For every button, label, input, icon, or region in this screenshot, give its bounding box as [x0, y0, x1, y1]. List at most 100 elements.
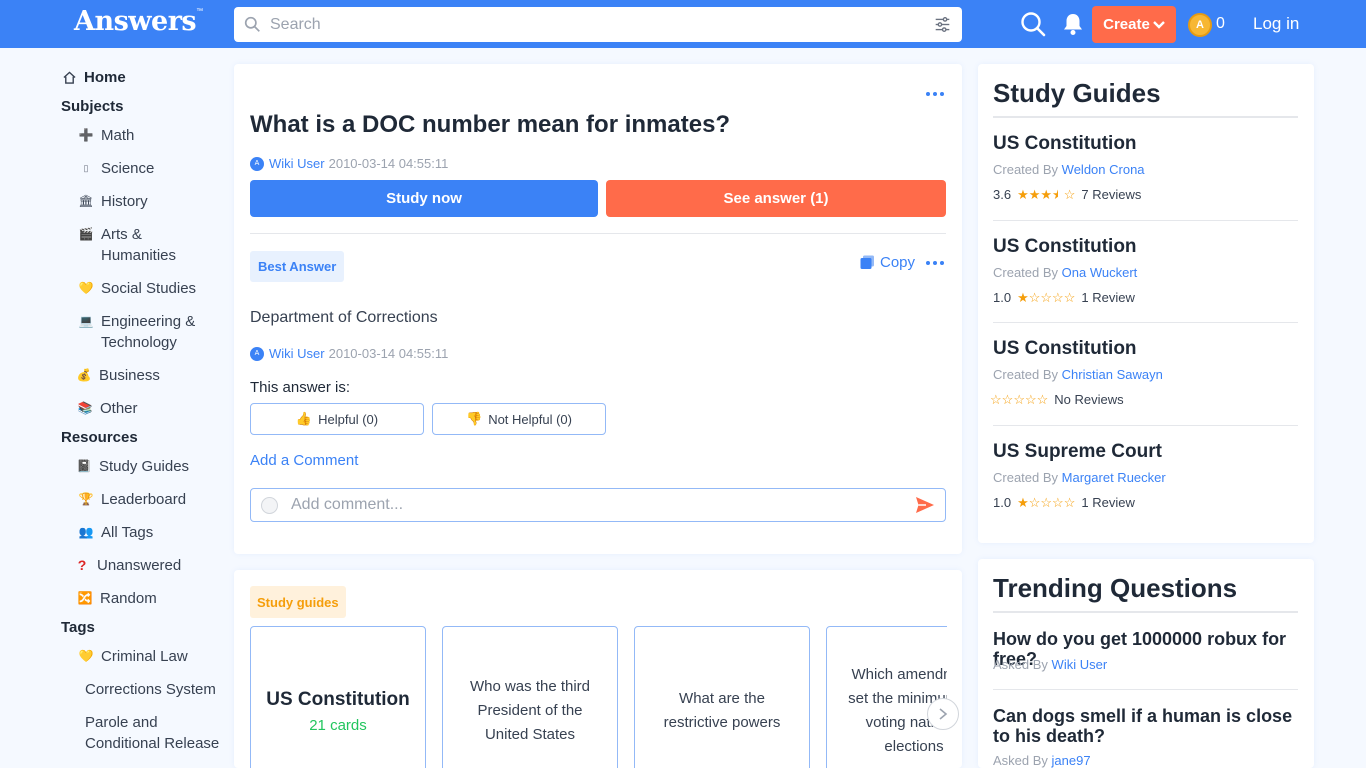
guide-author: Created By Ona Wuckert [993, 265, 1138, 280]
add-comment-link[interactable]: Add a Comment [250, 452, 358, 469]
guide-rating: ☆ ☆ ☆ ☆ ☆ No Reviews [990, 392, 1124, 407]
guide-author: Created By Margaret Ruecker [993, 470, 1166, 485]
tags-heading: Tags [61, 619, 95, 636]
notification-bell-icon[interactable] [1062, 12, 1084, 36]
sidebar-item-history[interactable]: 🏛 History [78, 191, 147, 212]
helpful-label: This answer is: [250, 379, 351, 396]
thumbs-down-icon: 👎 [466, 411, 483, 426]
asked-by: Asked By jane97 [993, 753, 1091, 768]
home-icon [61, 67, 77, 88]
copy-icon [860, 255, 874, 269]
answer-more-options-icon[interactable] [926, 261, 944, 265]
sidebar-item-science[interactable]: ▯ Science [78, 158, 155, 179]
thumbs-up-icon: 👍 [295, 411, 313, 426]
chevron-down-icon [1152, 20, 1165, 29]
search-bar[interactable] [234, 7, 962, 42]
sidebar-item-leaderboard[interactable]: 🏆 Leaderboard [78, 489, 187, 510]
social-studies-icon: 💛 [78, 649, 94, 663]
user-avatar: A [250, 346, 264, 361]
trending-question[interactable]: Can dogs smell if a human is close to hi… [993, 706, 1303, 746]
question-icon: ? [77, 557, 87, 573]
sidebar-item-engineering[interactable]: 💻 Engineering & Technology [78, 311, 208, 353]
study-guide-card[interactable]: US Constitution 21 cards [250, 626, 426, 768]
star-empty-icon: ☆ [1013, 392, 1025, 407]
divider [993, 611, 1298, 613]
trophy-icon: 🏆 [78, 492, 94, 506]
star-empty-icon: ☆ [1036, 392, 1049, 407]
star-rating: ★ ☆ ☆ ☆ ☆ [1017, 291, 1075, 304]
guide-title[interactable]: US Supreme Court [993, 441, 1162, 463]
guide-author: Created By Christian Sawayn [993, 367, 1163, 382]
filter-sliders-icon[interactable] [934, 16, 951, 33]
divider [993, 425, 1298, 426]
resources-heading: Resources [61, 429, 138, 446]
star-empty-icon: ☆ [1063, 187, 1076, 202]
star-empty-icon: ☆ [1040, 495, 1053, 510]
trending-questions-panel: Trending Questions How do you get 100000… [978, 559, 1314, 768]
study-guides-panel: Study Guides US Constitution Created By … [978, 64, 1314, 543]
guide-title[interactable]: US Constitution [993, 133, 1137, 155]
create-button[interactable]: Create [1092, 6, 1176, 43]
star-empty-icon: ☆ [1001, 392, 1014, 407]
comment-input[interactable] [291, 489, 891, 521]
study-now-button[interactable]: Study now [250, 180, 598, 217]
comment-box[interactable] [250, 488, 946, 522]
chevron-right-icon [939, 708, 948, 720]
author-link[interactable]: Wiki User [269, 156, 325, 171]
divider [993, 322, 1298, 323]
sidebar-item-home[interactable]: Home [61, 67, 126, 88]
study-guides-badge: Study guides [250, 586, 346, 618]
sidebar-item-social-studies[interactable]: 💛 Social Studies [78, 278, 197, 299]
guide-rating: 1.0 ★ ☆ ☆ ☆ ☆ 1 Review [993, 290, 1135, 305]
subjects-heading: Subjects [61, 98, 124, 115]
money-bag-icon: 💰 [76, 368, 92, 382]
sidebar-item-all-tags[interactable]: 👥 All Tags [78, 522, 154, 543]
arts-icon: 🎬 [78, 227, 94, 241]
study-guide-card[interactable]: Which amendment set the minimum for voti… [826, 626, 947, 768]
header-search-icon[interactable] [1020, 11, 1046, 37]
sidebar-item-study-guides[interactable]: 📓 Study Guides [76, 456, 190, 477]
login-link[interactable]: Log in [1253, 14, 1299, 34]
star-empty-icon: ☆ [1024, 392, 1037, 407]
star-empty-icon: ☆ [1063, 290, 1076, 305]
sidebar-item-math[interactable]: ➕ Math [78, 125, 135, 146]
see-answer-button[interactable]: See answer (1) [606, 180, 946, 217]
sidebar-item-parole[interactable]: Parole and Conditional Release [85, 712, 220, 754]
sidebar-item-corrections-system[interactable]: Corrections System [85, 679, 216, 700]
divider [993, 116, 1298, 118]
guide-author: Created By Weldon Crona [993, 162, 1145, 177]
star-half-icon: ★ [1052, 187, 1064, 202]
send-icon[interactable] [915, 496, 935, 514]
star-empty-icon: ☆ [990, 392, 1002, 407]
guide-title[interactable]: US Constitution [993, 338, 1137, 360]
sidebar-item-other[interactable]: 📚 Other [77, 398, 138, 419]
notebook-icon: 📓 [76, 459, 92, 473]
sidebar-item-criminal-law[interactable]: 💛 Criminal Law [78, 646, 188, 667]
star-empty-icon: ☆ [1052, 290, 1064, 305]
sidebar-item-business[interactable]: 💰 Business [76, 365, 160, 386]
star-full-icon: ★ [1017, 495, 1029, 510]
divider [993, 689, 1298, 690]
sidebar-item-random[interactable]: 🔀 Random [77, 588, 157, 609]
question-more-options-icon[interactable] [926, 92, 944, 96]
guide-title[interactable]: US Constitution [993, 236, 1137, 258]
study-guide-card[interactable]: What are the restrictive powers [634, 626, 810, 768]
math-icon: ➕ [78, 128, 94, 142]
answers-logo[interactable]: Answers™ [74, 6, 203, 37]
study-guides-title: Study Guides [993, 78, 1161, 108]
coin-icon[interactable]: A [1188, 13, 1212, 37]
not-helpful-button[interactable]: 👎 Not Helpful (0) [432, 403, 606, 435]
star-empty-icon: ☆ [1040, 290, 1053, 305]
star-empty-icon: ☆ [1028, 495, 1041, 510]
helpful-button[interactable]: 👍 Helpful (0) [250, 403, 424, 435]
sidebar-item-unanswered[interactable]: ? Unanswered [74, 555, 182, 576]
copy-button[interactable]: Copy [860, 254, 915, 271]
study-guide-card[interactable]: Who was the third President of the Unite… [442, 626, 618, 768]
carousel-next-button[interactable] [927, 698, 959, 730]
search-input[interactable] [270, 7, 920, 42]
author-link[interactable]: Wiki User [269, 346, 325, 361]
timestamp: 2010-03-14 04:55:11 [328, 346, 449, 361]
divider [250, 233, 946, 234]
answer-meta: A Wiki User 2010-03-14 04:55:11 [250, 346, 448, 361]
sidebar-item-arts[interactable]: 🎬 Arts & Humanities [78, 224, 208, 266]
